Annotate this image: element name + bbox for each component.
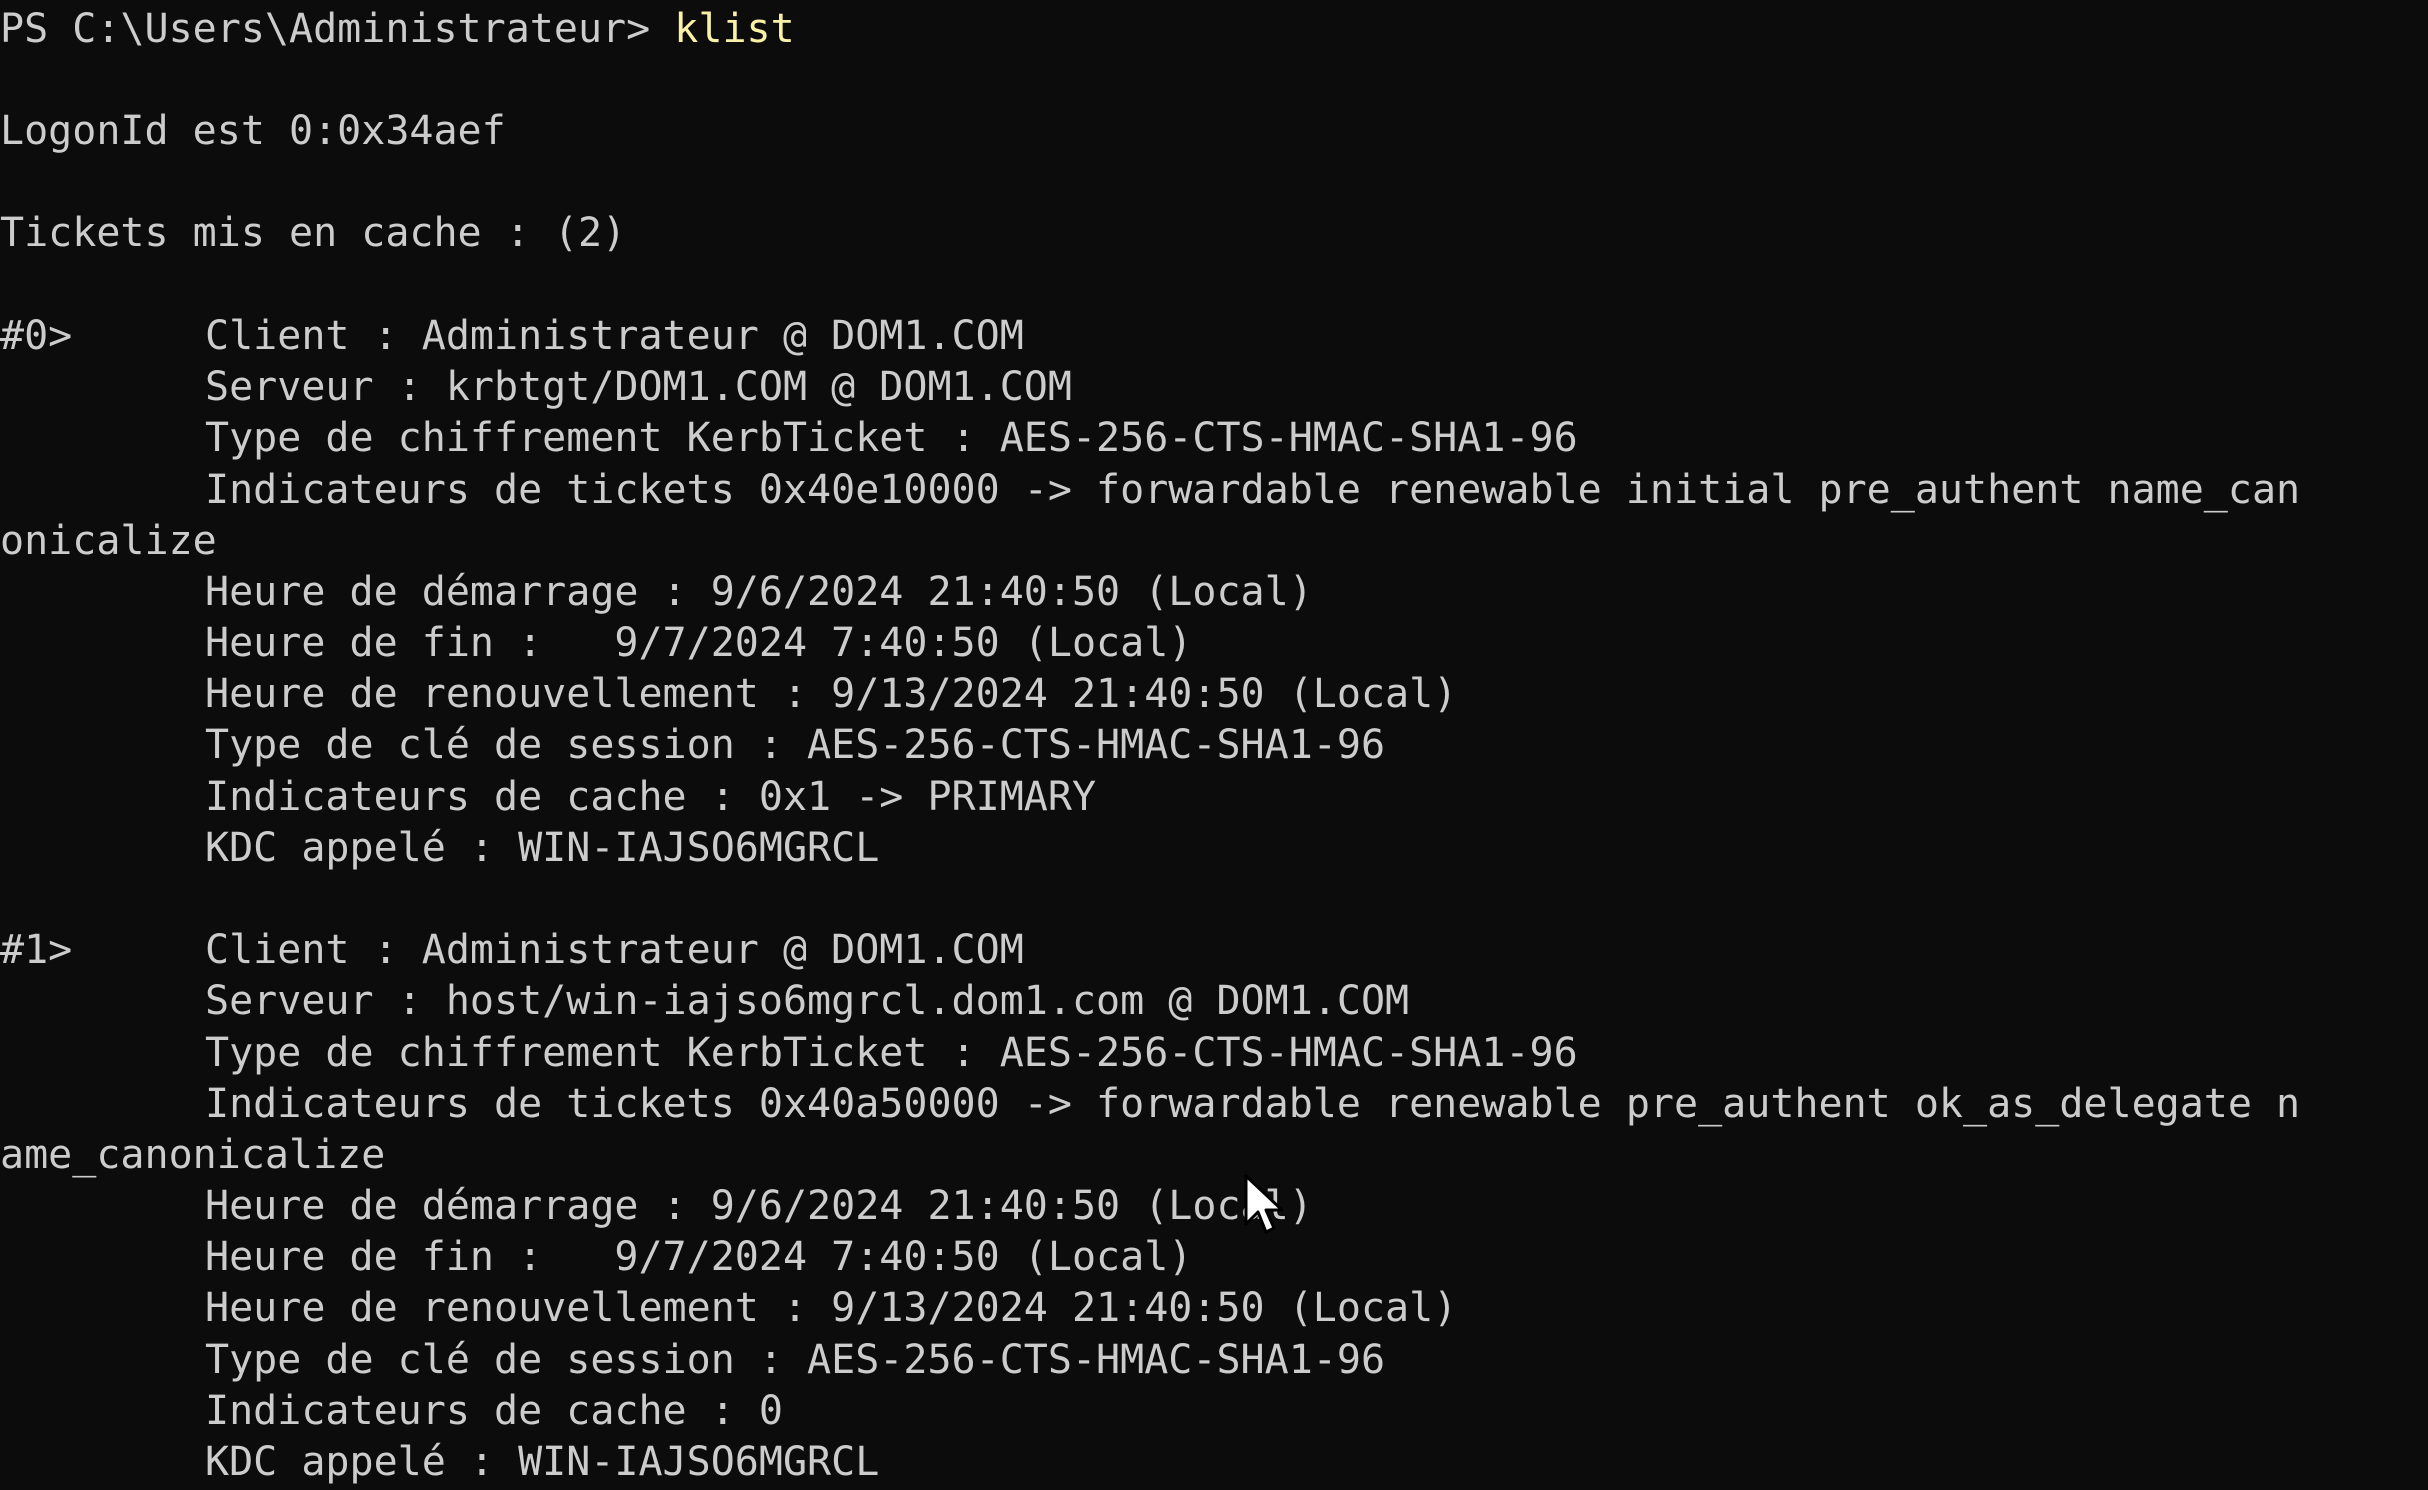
ticket-1-start-time: Heure de démarrage : 9/6/2024 21:40:50 (… (205, 1183, 1313, 1229)
ticket-1-renew-time: Heure de renouvellement : 9/13/2024 21:4… (205, 1285, 1458, 1331)
terminal-window[interactable]: PS C:\Users\Administrateur> klist LogonI… (0, 0, 2428, 1490)
logon-id-line: LogonId est 0:0x34aef (0, 108, 506, 154)
ticket-0-flags: Indicateurs de tickets 0x40e10000 -> for… (205, 467, 2301, 513)
ticket-0-kdc-called: KDC appelé : WIN-IAJSO6MGRCL (205, 825, 880, 871)
command-text: klist (674, 6, 795, 52)
ticket-1-client: Client : Administrateur @ DOM1.COM (205, 927, 1024, 973)
ticket-1-enc-type: Type de chiffrement KerbTicket : AES-256… (205, 1030, 1578, 1076)
ticket-0-end-time: Heure de fin : 9/7/2024 7:40:50 (Local) (205, 620, 1193, 666)
ticket-1-kdc-called: KDC appelé : WIN-IAJSO6MGRCL (205, 1439, 880, 1485)
ticket-0-start-time: Heure de démarrage : 9/6/2024 21:40:50 (… (205, 569, 1313, 615)
ticket-0-cache-flags: Indicateurs de cache : 0x1 -> PRIMARY (205, 774, 1097, 820)
ticket-0-client: Client : Administrateur @ DOM1.COM (205, 313, 1024, 359)
cached-tickets-line: Tickets mis en cache : (2) (0, 210, 627, 256)
ticket-0-session-key-type: Type de clé de session : AES-256-CTS-HMA… (205, 722, 1386, 768)
ticket-0-flags-wrap: onicalize (0, 518, 217, 564)
ticket-1-server: Serveur : host/win-iajso6mgrcl.dom1.com … (205, 978, 1410, 1024)
ticket-1-index: #1> (0, 927, 73, 973)
ticket-1-end-time: Heure de fin : 9/7/2024 7:40:50 (Local) (205, 1234, 1193, 1280)
ticket-1-cache-flags: Indicateurs de cache : 0 (205, 1388, 783, 1434)
ticket-0-enc-type: Type de chiffrement KerbTicket : AES-256… (205, 415, 1578, 461)
mouse-pointer-icon (1244, 1174, 1284, 1234)
ticket-1-session-key-type: Type de clé de session : AES-256-CTS-HMA… (205, 1337, 1386, 1383)
ticket-1-flags-wrap: ame_canonicalize (0, 1132, 386, 1178)
ticket-1-flags: Indicateurs de tickets 0x40a50000 -> for… (205, 1081, 2301, 1127)
prompt-text: PS C:\Users\Administrateur> (0, 6, 675, 52)
ticket-0-renew-time: Heure de renouvellement : 9/13/2024 21:4… (205, 671, 1458, 717)
ticket-0-index: #0> (0, 313, 73, 359)
prompt-line: PS C:\Users\Administrateur> klist (0, 4, 795, 55)
ticket-0-server: Serveur : krbtgt/DOM1.COM @ DOM1.COM (205, 364, 1072, 410)
